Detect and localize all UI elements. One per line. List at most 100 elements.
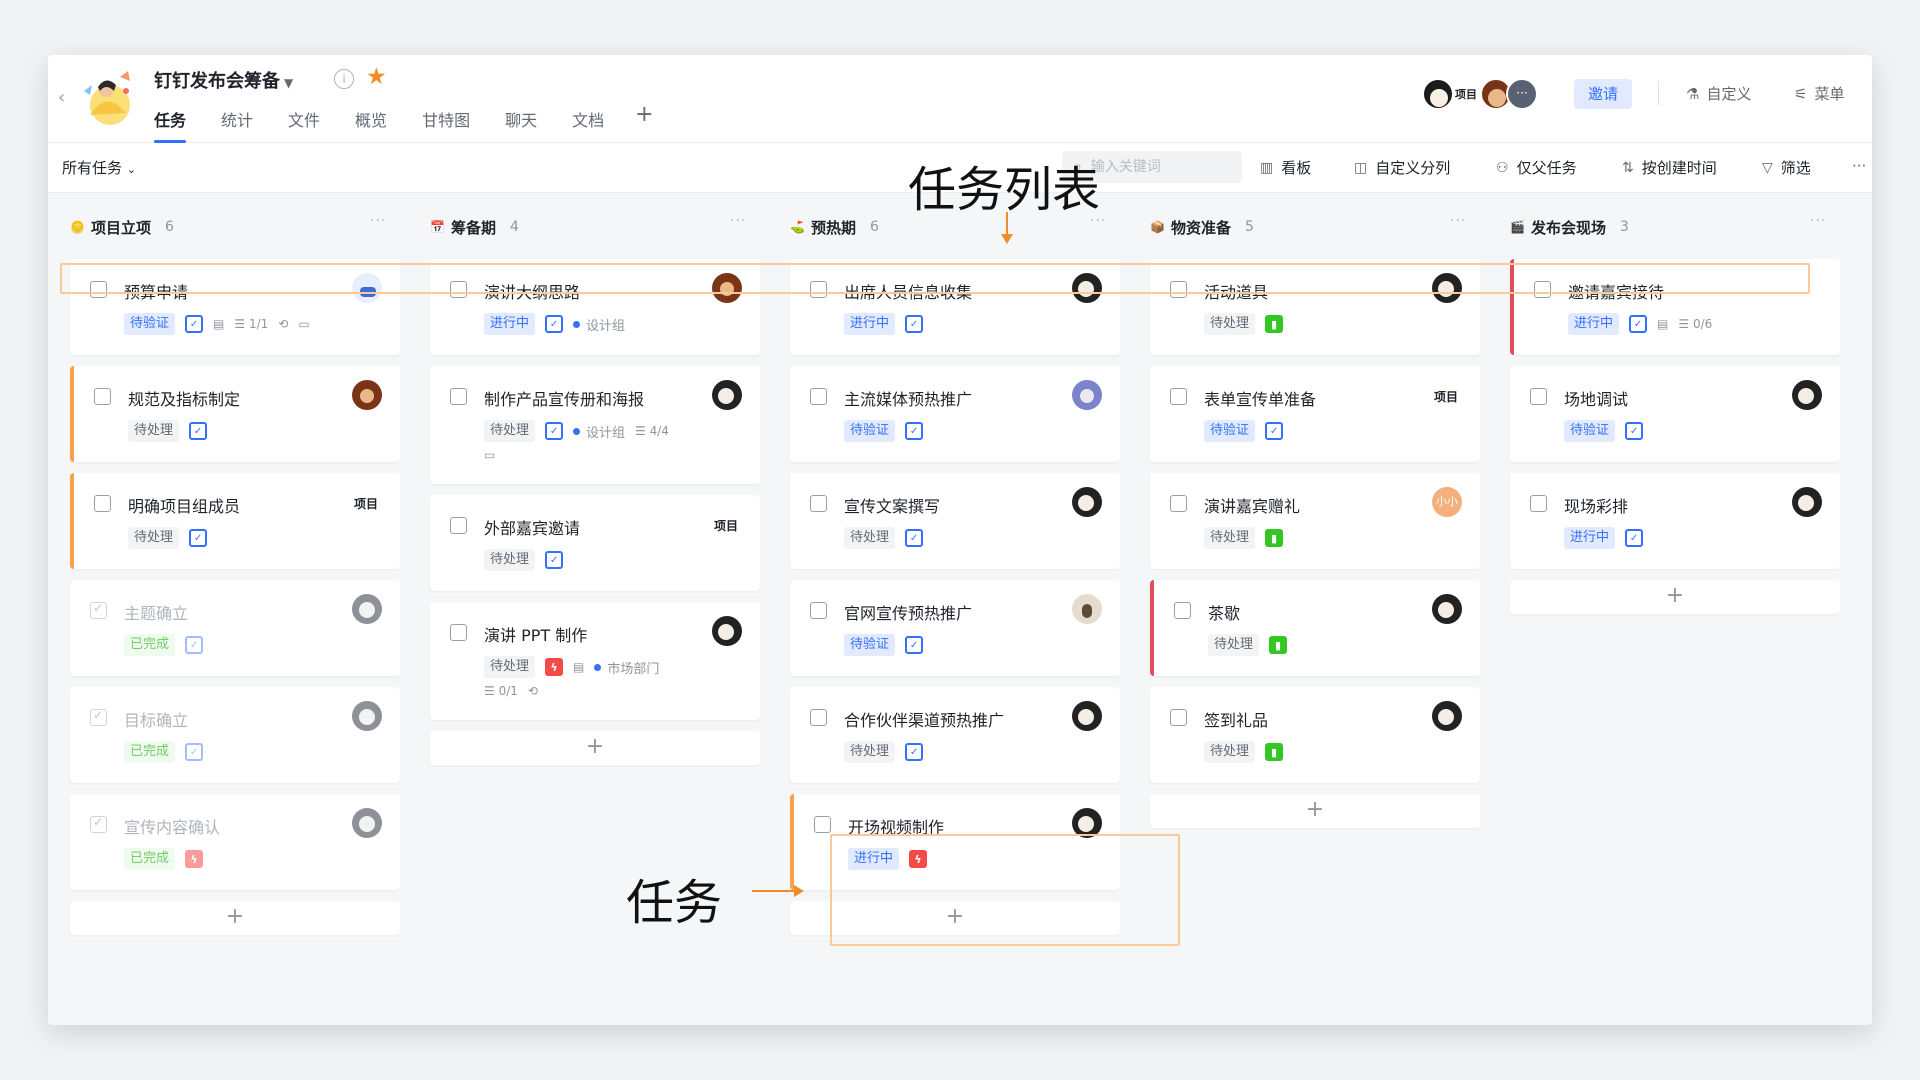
status-badge[interactable]: 待处理 xyxy=(484,420,536,442)
status-badge[interactable]: 进行中 xyxy=(1564,527,1616,549)
filter-button[interactable]: ▽ 筛选 xyxy=(1762,157,1811,178)
status-badge[interactable]: 已完成 xyxy=(124,848,176,870)
task-checkbox[interactable] xyxy=(810,388,827,405)
custom-group-button[interactable]: ◫ 自定义分列 xyxy=(1354,157,1450,178)
task-checkbox[interactable] xyxy=(90,601,107,619)
task-card[interactable]: 官网宣传预热推广 待验证 ✓ xyxy=(790,580,1120,676)
assignee-avatar[interactable] xyxy=(1072,487,1102,517)
assignee-avatar[interactable] xyxy=(352,701,382,731)
status-badge[interactable]: 待验证 xyxy=(844,634,896,656)
task-checkbox[interactable] xyxy=(450,624,467,641)
task-card[interactable]: 主题确立已完成 ✓ xyxy=(70,580,400,676)
task-checkbox[interactable] xyxy=(1170,495,1187,512)
status-badge[interactable]: 待验证 xyxy=(1564,420,1616,442)
column-header[interactable]: 🪙 项目立项 6 xyxy=(70,213,174,241)
column-more-icon[interactable]: ··· xyxy=(730,213,746,229)
assignee-avatar[interactable] xyxy=(1792,487,1822,517)
info-icon[interactable]: i xyxy=(334,69,354,89)
status-badge[interactable]: 待处理 xyxy=(1208,634,1260,656)
column-header[interactable]: ⛳ 预热期 6 xyxy=(790,213,879,241)
task-card[interactable]: 宣传文案撰写 待处理 ✓ xyxy=(790,473,1120,569)
status-badge[interactable]: 进行中 xyxy=(844,313,896,335)
assignee-avatar[interactable] xyxy=(1072,594,1102,624)
assignee-avatar[interactable] xyxy=(1432,594,1462,624)
task-checkbox[interactable] xyxy=(1174,602,1191,619)
task-checkbox[interactable] xyxy=(810,709,827,726)
task-card[interactable]: 宣传内容确认已完成 ϟ xyxy=(70,794,400,890)
status-badge[interactable]: 待验证 xyxy=(1204,420,1256,442)
assignee-avatar[interactable] xyxy=(1792,380,1822,410)
task-checkbox[interactable] xyxy=(90,708,107,726)
task-checkbox[interactable] xyxy=(450,517,467,534)
task-card[interactable]: 合作伙伴渠道预热推广 待处理 ✓ xyxy=(790,687,1120,783)
more-options-icon[interactable]: ··· xyxy=(1852,157,1866,175)
task-checkbox[interactable] xyxy=(810,495,827,512)
status-badge[interactable]: 待处理 xyxy=(1204,527,1256,549)
status-badge[interactable]: 进行中 xyxy=(484,313,536,335)
task-card[interactable]: 目标确立已完成 ✓ xyxy=(70,687,400,783)
add-task-button[interactable]: + xyxy=(70,901,400,935)
task-card[interactable]: 演讲嘉宾赠礼 小小 待处理 ▮ xyxy=(1150,473,1480,569)
task-card[interactable]: 签到礼品 待处理 ▮ xyxy=(1150,687,1480,783)
assignee-avatar[interactable] xyxy=(1072,701,1102,731)
add-task-button[interactable]: + xyxy=(430,731,760,765)
task-card[interactable]: 茶歇 待处理 ▮ xyxy=(1150,580,1480,676)
status-badge[interactable]: 待处理 xyxy=(1204,313,1256,335)
status-badge[interactable]: 已完成 xyxy=(124,741,176,763)
task-card[interactable]: 制作产品宣传册和海报 待处理 ✓ 设计组 ☰ 4/4 ▭ xyxy=(430,366,760,484)
back-chevron-icon[interactable]: ‹ xyxy=(58,87,65,108)
task-card[interactable]: 表单宣传单准备 项目 待验证 ✓ xyxy=(1150,366,1480,462)
status-badge[interactable]: 待处理 xyxy=(844,741,896,763)
assignee-avatar[interactable] xyxy=(712,380,742,410)
assignee-avatar[interactable] xyxy=(352,594,382,624)
task-checkbox[interactable] xyxy=(94,388,111,405)
tab-chat[interactable]: 聊天 xyxy=(505,103,537,143)
task-checkbox[interactable] xyxy=(1530,388,1547,405)
column-more-icon[interactable]: ··· xyxy=(370,213,386,229)
status-badge[interactable]: 进行中 xyxy=(1568,313,1620,335)
member-avatars[interactable]: 项目 ··· xyxy=(1422,77,1538,111)
tab-files[interactable]: 文件 xyxy=(288,103,320,143)
status-badge[interactable]: 待处理 xyxy=(484,549,536,571)
tab-stats[interactable]: 统计 xyxy=(221,103,253,143)
tab-gantt[interactable]: 甘特图 xyxy=(422,103,470,143)
task-card[interactable]: 规范及指标制定 待处理 ✓ xyxy=(70,366,400,462)
status-badge[interactable]: 待验证 xyxy=(124,313,176,335)
menu-button[interactable]: ⚟ 菜单 xyxy=(1794,83,1844,104)
parent-only-button[interactable]: ⚇ 仅父任务 xyxy=(1496,157,1577,178)
status-badge[interactable]: 待处理 xyxy=(844,527,896,549)
task-checkbox[interactable] xyxy=(90,815,107,833)
column-header[interactable]: 📦 物资准备 5 xyxy=(1150,213,1254,241)
add-task-button[interactable]: + xyxy=(1510,580,1840,614)
task-card[interactable]: 外部嘉宾邀请 项目 待处理 ✓ xyxy=(430,495,760,591)
status-badge[interactable]: 待处理 xyxy=(1204,741,1256,763)
project-title[interactable]: 钉钉发布会筹备 ▼ xyxy=(154,67,293,93)
status-badge[interactable]: 待处理 xyxy=(484,656,536,678)
assignee-avatar[interactable] xyxy=(1072,380,1102,410)
column-header[interactable]: 🎬 发布会现场 3 xyxy=(1510,213,1629,241)
task-card[interactable]: 明确项目组成员 项目 待处理 ✓ xyxy=(70,473,400,569)
invite-button[interactable]: 邀请 xyxy=(1574,79,1632,109)
column-header[interactable]: 📅 筹备期 4 xyxy=(430,213,519,241)
task-card[interactable]: 主流媒体预热推广 待验证 ✓ xyxy=(790,366,1120,462)
assignee-avatar[interactable]: 小小 xyxy=(1432,487,1462,517)
task-checkbox[interactable] xyxy=(1170,709,1187,726)
task-checkbox[interactable] xyxy=(1530,495,1547,512)
task-checkbox[interactable] xyxy=(94,495,111,512)
sort-button[interactable]: ⇅ 按创建时间 xyxy=(1622,157,1717,178)
status-badge[interactable]: 待处理 xyxy=(128,527,180,549)
add-task-button[interactable]: + xyxy=(1150,794,1480,828)
customize-button[interactable]: ⚗ 自定义 xyxy=(1686,83,1751,104)
task-checkbox[interactable] xyxy=(814,816,831,833)
tab-tasks[interactable]: 任务 xyxy=(154,103,187,143)
assignee-avatar[interactable] xyxy=(1432,701,1462,731)
task-card[interactable]: 演讲 PPT 制作 待处理 ϟ ▤ 市场部门 ☰ 0/1 ⟲ xyxy=(430,602,760,720)
tab-docs[interactable]: 文档 xyxy=(572,103,604,143)
column-more-icon[interactable]: ··· xyxy=(1810,213,1826,229)
assignee-avatar[interactable] xyxy=(352,380,382,410)
star-icon[interactable]: ★ xyxy=(366,64,387,90)
column-more-icon[interactable]: ··· xyxy=(1450,213,1466,229)
assignee-avatar[interactable] xyxy=(712,616,742,646)
task-checkbox[interactable] xyxy=(1170,388,1187,405)
task-scope-dropdown[interactable]: 所有任务 ⌄ xyxy=(62,157,136,178)
